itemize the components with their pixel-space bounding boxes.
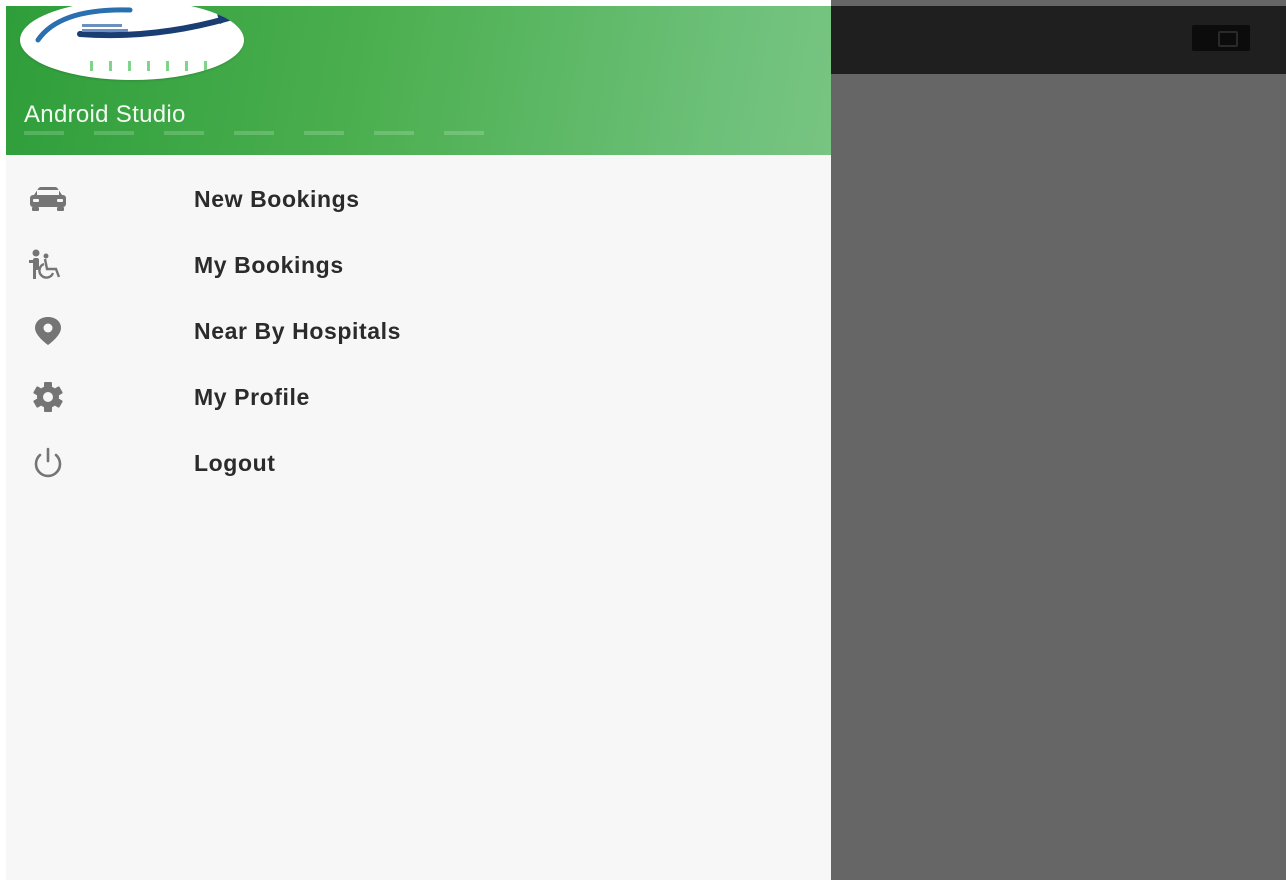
header-subtitle-placeholder (24, 131, 494, 135)
menu-item-label: My Profile (194, 383, 310, 410)
menu-item-near-by-hospitals[interactable]: Near By Hospitals (6, 298, 831, 364)
menu-item-label: Logout (194, 449, 276, 476)
background-scrim[interactable] (831, 0, 1286, 880)
car-icon (26, 177, 70, 221)
menu-item-new-bookings[interactable]: New Bookings (6, 166, 831, 232)
app-logo (20, 6, 244, 80)
menu-item-my-bookings[interactable]: My Bookings (6, 232, 831, 298)
location-pin-icon (26, 309, 70, 353)
header-title: Android Studio (24, 101, 186, 128)
drawer-menu: New Bookings My Bookings Near By Hospita… (6, 166, 831, 496)
menu-item-my-profile[interactable]: My Profile (6, 364, 831, 430)
navigation-drawer: Android Studio New Bookings My Bookings … (6, 6, 831, 880)
power-icon (26, 441, 70, 485)
wheelchair-icon (26, 243, 70, 287)
wallet-icon[interactable] (1192, 25, 1250, 51)
menu-item-label: Near By Hospitals (194, 317, 402, 344)
app-toolbar (831, 6, 1286, 74)
gear-icon (26, 375, 70, 419)
menu-item-label: New Bookings (194, 185, 360, 212)
menu-item-label: My Bookings (194, 251, 344, 278)
menu-item-logout[interactable]: Logout (6, 430, 831, 496)
drawer-header: Android Studio (6, 6, 831, 155)
